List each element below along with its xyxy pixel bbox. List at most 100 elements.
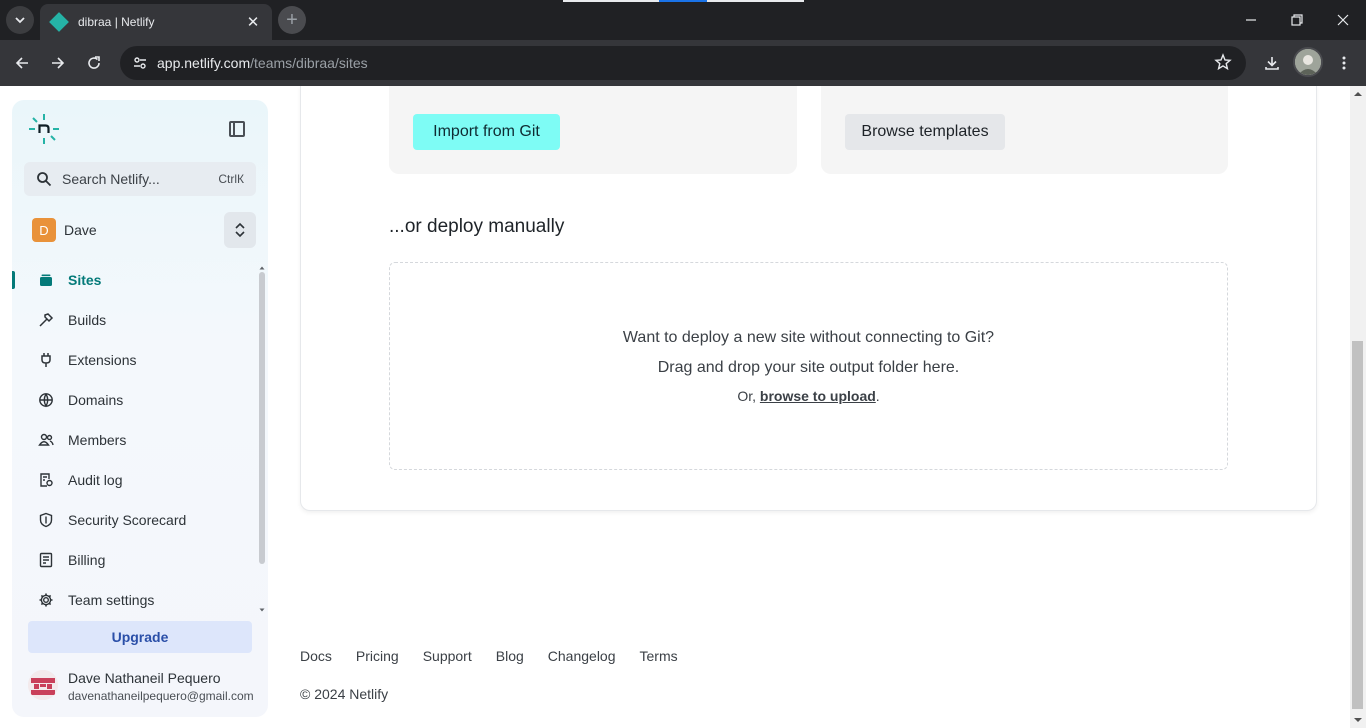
close-window-button[interactable]: [1320, 0, 1366, 40]
page-scrollbar-thumb[interactable]: [1352, 341, 1363, 709]
netlify-favicon-icon: [49, 12, 69, 32]
team-name: Dave: [64, 222, 97, 238]
sidebar-item-label: Sites: [68, 272, 102, 288]
restore-icon: [1291, 14, 1303, 26]
people-icon: [36, 430, 56, 450]
address-bar[interactable]: app.netlify.com/teams/dibraa/sites: [120, 46, 1246, 80]
minimize-icon: [1246, 19, 1256, 21]
browser-tab[interactable]: dibraa | Netlify ✕: [40, 4, 272, 40]
chevron-up-down-icon: [235, 222, 245, 238]
sidebar-item-label: Team settings: [68, 592, 155, 608]
deploy-manually-heading: ...or deploy manually: [389, 216, 565, 237]
minimize-button[interactable]: [1228, 0, 1274, 40]
download-icon: [1265, 57, 1279, 70]
back-button[interactable]: [8, 49, 36, 77]
sidebar-scrollbar-thumb[interactable]: [259, 272, 265, 564]
globe-icon: [36, 390, 56, 410]
search-placeholder: Search Netlify...: [62, 171, 160, 187]
sidebar-item-sites[interactable]: Sites: [24, 262, 254, 298]
team-avatar: D: [32, 218, 56, 242]
sidebar: Search Netlify... CtrlК D Dave Sites Bui…: [12, 100, 268, 717]
site-info-icon[interactable]: [128, 51, 152, 75]
import-from-git-button[interactable]: Import from Git: [413, 114, 560, 150]
sidebar-item-label: Security Scorecard: [68, 512, 187, 528]
drop-zone-suffix: .: [875, 388, 880, 404]
downloads-button[interactable]: [1258, 49, 1286, 77]
footer-link-blog[interactable]: Blog: [496, 648, 524, 664]
avatar: [28, 670, 58, 700]
scroll-up-arrow-icon[interactable]: [258, 264, 266, 272]
team-switcher[interactable]: D Dave: [24, 212, 256, 248]
audit-log-icon: [36, 470, 56, 490]
collapse-sidebar-icon[interactable]: [229, 121, 245, 137]
bookmark-star-icon[interactable]: [1214, 53, 1232, 71]
browser-menu-button[interactable]: [1330, 49, 1358, 77]
tab-strip-indicator: [563, 0, 659, 2]
sidebar-item-audit-log[interactable]: Audit log: [24, 462, 254, 498]
team-switch-button[interactable]: [224, 212, 256, 248]
footer-link-support[interactable]: Support: [423, 648, 472, 664]
gear-icon: [36, 590, 56, 610]
restore-button[interactable]: [1274, 0, 1320, 40]
sidebar-item-billing[interactable]: Billing: [24, 542, 254, 578]
layers-icon: [36, 270, 56, 290]
browse-templates-button[interactable]: Browse templates: [845, 114, 1005, 150]
sidebar-item-label: Members: [68, 432, 127, 448]
sidebar-item-members[interactable]: Members: [24, 422, 254, 458]
tab-title: dibraa | Netlify: [78, 15, 155, 29]
sidebar-item-domains[interactable]: Domains: [24, 382, 254, 418]
user-name: Dave Nathaneil Pequero: [68, 670, 221, 686]
footer-link-docs[interactable]: Docs: [300, 648, 332, 664]
drop-zone-question: Want to deploy a new site without connec…: [622, 329, 995, 346]
sidebar-item-label: Extensions: [68, 352, 137, 368]
url-host: app.netlify.com: [157, 55, 251, 71]
sidebar-item-label: Domains: [68, 392, 124, 408]
receipt-icon: [36, 550, 56, 570]
sidebar-item-builds[interactable]: Builds: [24, 302, 254, 338]
drop-zone-prefix: Or,: [737, 388, 760, 404]
plug-icon: [36, 350, 56, 370]
drop-zone-browse-line: Or, browse to upload.: [390, 388, 1227, 404]
netlify-logo-icon[interactable]: [28, 113, 60, 145]
upgrade-button[interactable]: Upgrade: [28, 621, 252, 653]
browser-titlebar: dibraa | Netlify ✕ +: [0, 0, 1366, 40]
drop-zone[interactable]: Want to deploy a new site without connec…: [389, 262, 1228, 470]
copyright: © 2024 Netlify: [300, 686, 389, 702]
forward-button[interactable]: [44, 49, 72, 77]
user-email: davenathaneilpequero@gmail.com: [68, 689, 254, 703]
drop-zone-instruction: Drag and drop your site output folder he…: [657, 359, 960, 376]
more-vertical-icon: [1342, 56, 1346, 70]
url-path: /teams/dibraa/sites: [250, 55, 368, 71]
tab-search-button[interactable]: [6, 6, 34, 34]
reload-button[interactable]: [80, 49, 108, 77]
search-shortcut: CtrlК: [218, 172, 244, 186]
sidebar-item-security-scorecard[interactable]: Security Scorecard: [24, 502, 254, 538]
sidebar-item-extensions[interactable]: Extensions: [24, 342, 254, 378]
tab-strip-indicator-active: [659, 0, 707, 2]
reload-icon: [88, 56, 100, 69]
arrow-left-icon: [15, 57, 28, 69]
browse-to-upload-link[interactable]: browse to upload: [760, 388, 876, 404]
user-menu[interactable]: Dave Nathaneil Pequero davenathaneilpequ…: [28, 666, 264, 706]
hammer-icon: [36, 310, 56, 330]
tab-strip-indicator-end: [707, 0, 804, 2]
footer-links: Docs Pricing Support Blog Changelog Term…: [300, 648, 702, 664]
arrow-right-icon: [52, 57, 65, 69]
new-tab-button[interactable]: +: [278, 6, 306, 34]
scroll-up-arrow-icon[interactable]: [1353, 90, 1363, 98]
scroll-down-arrow-icon[interactable]: [258, 606, 266, 614]
close-tab-icon[interactable]: ✕: [244, 13, 262, 31]
footer-link-pricing[interactable]: Pricing: [356, 648, 399, 664]
scroll-down-arrow-icon[interactable]: [1353, 716, 1363, 724]
search-input[interactable]: Search Netlify... CtrlК: [24, 162, 256, 196]
shield-icon: [36, 510, 56, 530]
sidebar-item-label: Audit log: [68, 472, 123, 488]
sidebar-item-team-settings[interactable]: Team settings: [24, 582, 254, 618]
footer-link-terms[interactable]: Terms: [640, 648, 678, 664]
profile-avatar[interactable]: [1293, 47, 1323, 77]
browser-toolbar: app.netlify.com/teams/dibraa/sites: [0, 40, 1366, 86]
active-nav-indicator: [12, 271, 15, 289]
sidebar-item-label: Builds: [68, 312, 107, 328]
close-icon: [1337, 14, 1349, 26]
footer-link-changelog[interactable]: Changelog: [548, 648, 616, 664]
